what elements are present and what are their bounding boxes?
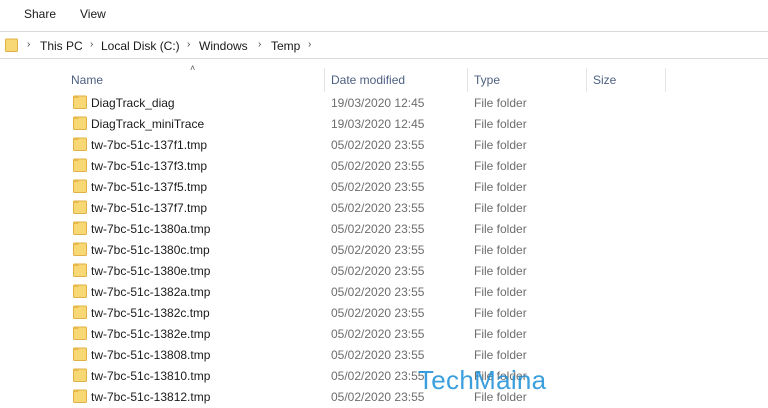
breadcrumb-temp[interactable]: Temp	[271, 39, 300, 53]
file-row[interactable]: tw-7bc-51c-1382c.tmp 05/02/2020 23:55 File…	[0, 302, 768, 323]
file-date-modified: 05/02/2020 23:55	[331, 243, 425, 257]
watermark: TechMaina	[418, 365, 547, 395]
file-name: tw-7bc-51c-1382e.tmp	[91, 327, 211, 341]
file-date-modified: 05/02/2020 23:55	[331, 306, 425, 320]
file-name: tw-7bc-51c-137f3.tmp	[91, 159, 208, 173]
breadcrumb-local-disk[interactable]: Local Disk (C:)	[101, 39, 180, 53]
file-date-modified: 05/02/2020 23:55	[331, 264, 425, 278]
breadcrumb-this-pc[interactable]: This PC	[40, 39, 83, 53]
file-row[interactable]: tw-7bc-51c-13810.tmp 05/02/2020 23:55 File…	[0, 365, 768, 386]
file-type: File folder	[474, 138, 527, 152]
column-divider[interactable]	[665, 68, 666, 92]
file-name: tw-7bc-51c-13808.tmp	[91, 348, 211, 362]
file-name: tw-7bc-51c-1380e.tmp	[91, 264, 211, 278]
file-row[interactable]: DiagTrack_miniTrace 19/03/2020 12:45 File …	[0, 113, 768, 134]
chevron-right-icon[interactable]: ›	[258, 39, 261, 50]
column-header-date-modified[interactable]: Date modified	[331, 73, 405, 87]
file-type: File folder	[474, 222, 527, 236]
file-row[interactable]: tw-7bc-51c-137f1.tmp 05/02/2020 23:55 File…	[0, 134, 768, 155]
file-name: DiagTrack_diag	[91, 96, 175, 110]
folder-icon	[73, 347, 87, 361]
file-name: tw-7bc-51c-137f1.tmp	[91, 138, 208, 152]
folder-icon	[73, 200, 87, 214]
chevron-right-icon[interactable]: ›	[308, 39, 311, 50]
folder-icon	[73, 242, 87, 256]
column-divider[interactable]	[324, 68, 325, 92]
file-date-modified: 05/02/2020 23:55	[331, 390, 425, 404]
file-row[interactable]: tw-7bc-51c-137f3.tmp 05/02/2020 23:55 File…	[0, 155, 768, 176]
folder-icon	[73, 221, 87, 235]
folder-icon	[73, 158, 87, 172]
folder-icon	[73, 368, 87, 382]
folder-icon	[73, 95, 87, 109]
breadcrumb-windows[interactable]: Windows	[199, 39, 248, 53]
folder-icon	[73, 137, 87, 151]
file-date-modified: 05/02/2020 23:55	[331, 159, 425, 173]
file-date-modified: 05/02/2020 23:55	[331, 201, 425, 215]
file-date-modified: 05/02/2020 23:55	[331, 180, 425, 194]
file-type: File folder	[474, 348, 527, 362]
chevron-right-icon[interactable]: ›	[90, 39, 93, 50]
tab-share[interactable]: Share	[24, 7, 56, 21]
file-name: tw-7bc-51c-13812.tmp	[91, 390, 211, 404]
file-type: File folder	[474, 180, 527, 194]
address-bar[interactable]: › This PC › Local Disk (C:) › Windows › …	[0, 31, 768, 59]
folder-icon	[5, 38, 18, 52]
chevron-right-icon[interactable]: ›	[27, 39, 30, 50]
file-type: File folder	[474, 327, 527, 341]
file-type: File folder	[474, 264, 527, 278]
file-name: tw-7bc-51c-137f7.tmp	[91, 201, 208, 215]
chevron-right-icon[interactable]: ›	[187, 39, 190, 50]
file-date-modified: 05/02/2020 23:55	[331, 348, 425, 362]
file-date-modified: 05/02/2020 23:55	[331, 327, 425, 341]
file-date-modified: 05/02/2020 23:55	[331, 285, 425, 299]
file-row[interactable]: tw-7bc-51c-13812.tmp 05/02/2020 23:55 File…	[0, 386, 768, 407]
file-type: File folder	[474, 96, 527, 110]
column-headers: ˄ Name Date modified Type Size	[0, 60, 768, 93]
column-header-name[interactable]: Name	[71, 73, 103, 87]
file-name: tw-7bc-51c-1382c.tmp	[91, 306, 210, 320]
folder-icon	[73, 116, 87, 130]
file-row[interactable]: tw-7bc-51c-137f5.tmp 05/02/2020 23:55 File…	[0, 176, 768, 197]
file-row[interactable]: DiagTrack_diag 19/03/2020 12:45 File folde…	[0, 92, 768, 113]
file-type: File folder	[474, 285, 527, 299]
file-type: File folder	[474, 201, 527, 215]
file-row[interactable]: tw-7bc-51c-1380c.tmp 05/02/2020 23:55 File…	[0, 239, 768, 260]
file-date-modified: 19/03/2020 12:45	[331, 117, 425, 131]
file-type: File folder	[474, 159, 527, 173]
file-date-modified: 05/02/2020 23:55	[331, 369, 425, 383]
file-date-modified: 19/03/2020 12:45	[331, 96, 425, 110]
file-type: File folder	[474, 243, 527, 257]
file-row[interactable]: tw-7bc-51c-13808.tmp 05/02/2020 23:55 File…	[0, 344, 768, 365]
file-row[interactable]: tw-7bc-51c-1382e.tmp 05/02/2020 23:55 File…	[0, 323, 768, 344]
file-type: File folder	[474, 117, 527, 131]
file-name: tw-7bc-51c-1382a.tmp	[91, 285, 211, 299]
column-header-type[interactable]: Type	[474, 73, 500, 87]
file-name: tw-7bc-51c-1380a.tmp	[91, 222, 211, 236]
column-divider[interactable]	[467, 68, 468, 92]
folder-icon	[73, 326, 87, 340]
folder-icon	[73, 284, 87, 298]
column-divider[interactable]	[586, 68, 587, 92]
sort-ascending-icon: ˄	[190, 63, 196, 73]
folder-icon	[73, 179, 87, 193]
ribbon: Share View	[0, 0, 768, 28]
column-header-size[interactable]: Size	[593, 73, 616, 87]
file-row[interactable]: tw-7bc-51c-1380a.tmp 05/02/2020 23:55 File…	[0, 218, 768, 239]
file-row[interactable]: tw-7bc-51c-1382a.tmp 05/02/2020 23:55 File…	[0, 281, 768, 302]
folder-icon	[73, 263, 87, 277]
file-date-modified: 05/02/2020 23:55	[331, 222, 425, 236]
file-name: tw-7bc-51c-137f5.tmp	[91, 180, 208, 194]
file-date-modified: 05/02/2020 23:55	[331, 138, 425, 152]
file-name: DiagTrack_miniTrace	[91, 117, 205, 131]
folder-icon	[73, 389, 87, 403]
file-type: File folder	[474, 306, 527, 320]
file-row[interactable]: tw-7bc-51c-137f7.tmp 05/02/2020 23:55 File…	[0, 197, 768, 218]
file-name: tw-7bc-51c-13810.tmp	[91, 369, 211, 383]
folder-icon	[73, 305, 87, 319]
file-name: tw-7bc-51c-1380c.tmp	[91, 243, 210, 257]
file-row[interactable]: tw-7bc-51c-1380e.tmp 05/02/2020 23:55 File…	[0, 260, 768, 281]
file-list: DiagTrack_diag 19/03/2020 12:45 File folde…	[0, 92, 768, 407]
tab-view[interactable]: View	[80, 7, 106, 21]
